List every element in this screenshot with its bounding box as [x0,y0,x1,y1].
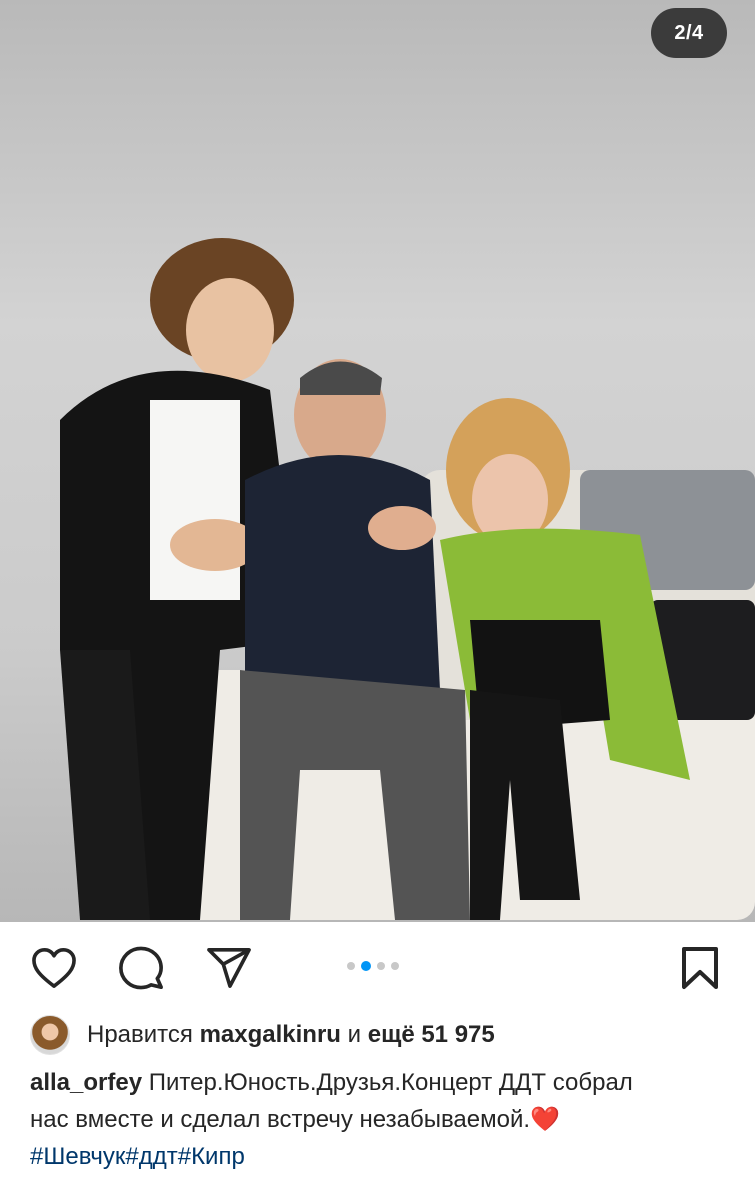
likes-prefix: Нравится [87,1021,193,1048]
caption-line1: Питер.Юность.Друзья.Концерт ДДТ собрал [148,1069,633,1096]
heart-outline-icon [32,948,76,988]
photo-illustration [60,238,755,920]
carousel-dot-active [361,961,371,971]
caption-username[interactable]: alla_orfey [30,1069,142,1096]
post-caption: alla_orfey Питер.Юность.Друзья.Концерт Д… [30,1064,730,1175]
bookmark-icon [682,947,718,989]
carousel-indicator [347,961,399,971]
likes-middle: и [347,1021,362,1048]
carousel-dot [391,962,399,970]
carousel-dot [377,962,385,970]
likes-summary[interactable]: Нравится maxgalkinru и ещё 51 975 [30,1015,495,1055]
like-button[interactable] [30,945,78,991]
caption-line2: нас вместе и сделал встречу незабываемой… [30,1106,531,1133]
share-button[interactable] [205,945,253,991]
caption-hashtags[interactable]: #Шевчук#ддт#Кипр [30,1138,730,1175]
paper-plane-icon [207,948,251,988]
comment-bubble-icon [119,946,163,990]
save-button[interactable] [676,945,724,991]
liker-username[interactable]: maxgalkinru [200,1021,341,1049]
post-action-bar [0,935,755,999]
liker-avatar[interactable] [30,1015,70,1055]
comment-button[interactable] [117,945,165,991]
carousel-counter-badge: 2/4 [651,8,727,58]
post-photo[interactable]: 2/4 [0,0,755,922]
heart-emoji: ❤️ [530,1106,560,1133]
carousel-dot [347,962,355,970]
likes-count[interactable]: ещё 51 975 [368,1021,495,1049]
